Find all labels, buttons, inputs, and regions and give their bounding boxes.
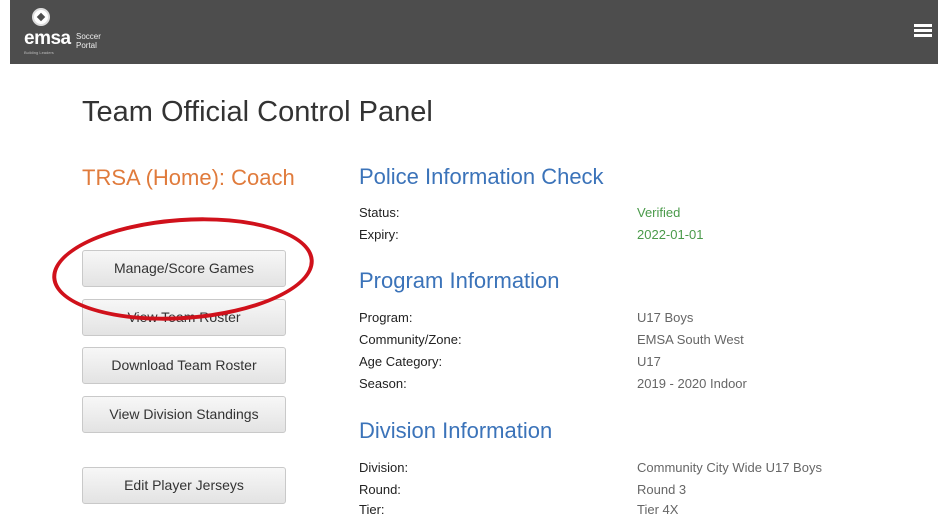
community-value: EMSA South West [637, 332, 744, 347]
police-check-heading: Police Information Check [359, 164, 604, 189]
division-label: Division: [359, 460, 409, 475]
round-row: Round: Round 3 [359, 482, 919, 502]
program-info-heading: Program Information [359, 268, 560, 293]
emsa-logo[interactable]: emsa Soccer Portal Building Leaders [24, 8, 134, 56]
division-value: Community City Wide U17 Boys [637, 460, 822, 475]
page-title: Team Official Control Panel [82, 96, 433, 128]
age-category-row: Age Category: U17 [359, 354, 919, 374]
edit-player-jerseys-button[interactable]: Edit Player Jerseys [82, 467, 286, 504]
season-label: Season: [359, 376, 407, 391]
download-team-roster-button[interactable]: Download Team Roster [82, 347, 286, 384]
season-value: 2019 - 2020 Indoor [637, 376, 747, 391]
hamburger-menu-icon[interactable] [914, 24, 932, 38]
tier-value: Tier 4X [637, 502, 679, 517]
round-label: Round: [359, 482, 401, 497]
tier-row: Tier: Tier 4X [359, 502, 919, 519]
community-label: Community/Zone: [359, 332, 462, 347]
logo-subtitle: Soccer Portal [76, 32, 101, 50]
program-value: U17 Boys [637, 310, 694, 325]
expiry-value: 2022-01-01 [637, 227, 704, 242]
tier-label: Tier: [359, 502, 385, 517]
expiry-row: Expiry: 2022-01-01 [359, 227, 919, 247]
program-row: Program: U17 Boys [359, 310, 919, 330]
community-row: Community/Zone: EMSA South West [359, 332, 919, 352]
expiry-label: Expiry: [359, 227, 399, 242]
round-value: Round 3 [637, 482, 687, 497]
age-category-label: Age Category: [359, 354, 443, 369]
team-role-heading: TRSA (Home): Coach [82, 165, 295, 190]
status-label: Status: [359, 205, 400, 220]
status-value: Verified [637, 205, 681, 220]
season-row: Season: 2019 - 2020 Indoor [359, 376, 919, 396]
soccer-ball-icon [32, 8, 50, 26]
age-category-value: U17 [637, 354, 661, 369]
logo-tagline: Building Leaders [24, 50, 54, 55]
division-row: Division: Community City Wide U17 Boys [359, 460, 919, 480]
manage-score-games-button[interactable]: Manage/Score Games [82, 250, 286, 287]
status-row: Status: Verified [359, 205, 919, 225]
top-navbar: emsa Soccer Portal Building Leaders [10, 0, 938, 64]
view-team-roster-button[interactable]: View Team Roster [82, 299, 286, 336]
division-info-heading: Division Information [359, 418, 553, 443]
logo-wordmark: emsa [24, 28, 71, 49]
view-division-standings-button[interactable]: View Division Standings [82, 396, 286, 433]
program-label: Program: [359, 310, 413, 325]
